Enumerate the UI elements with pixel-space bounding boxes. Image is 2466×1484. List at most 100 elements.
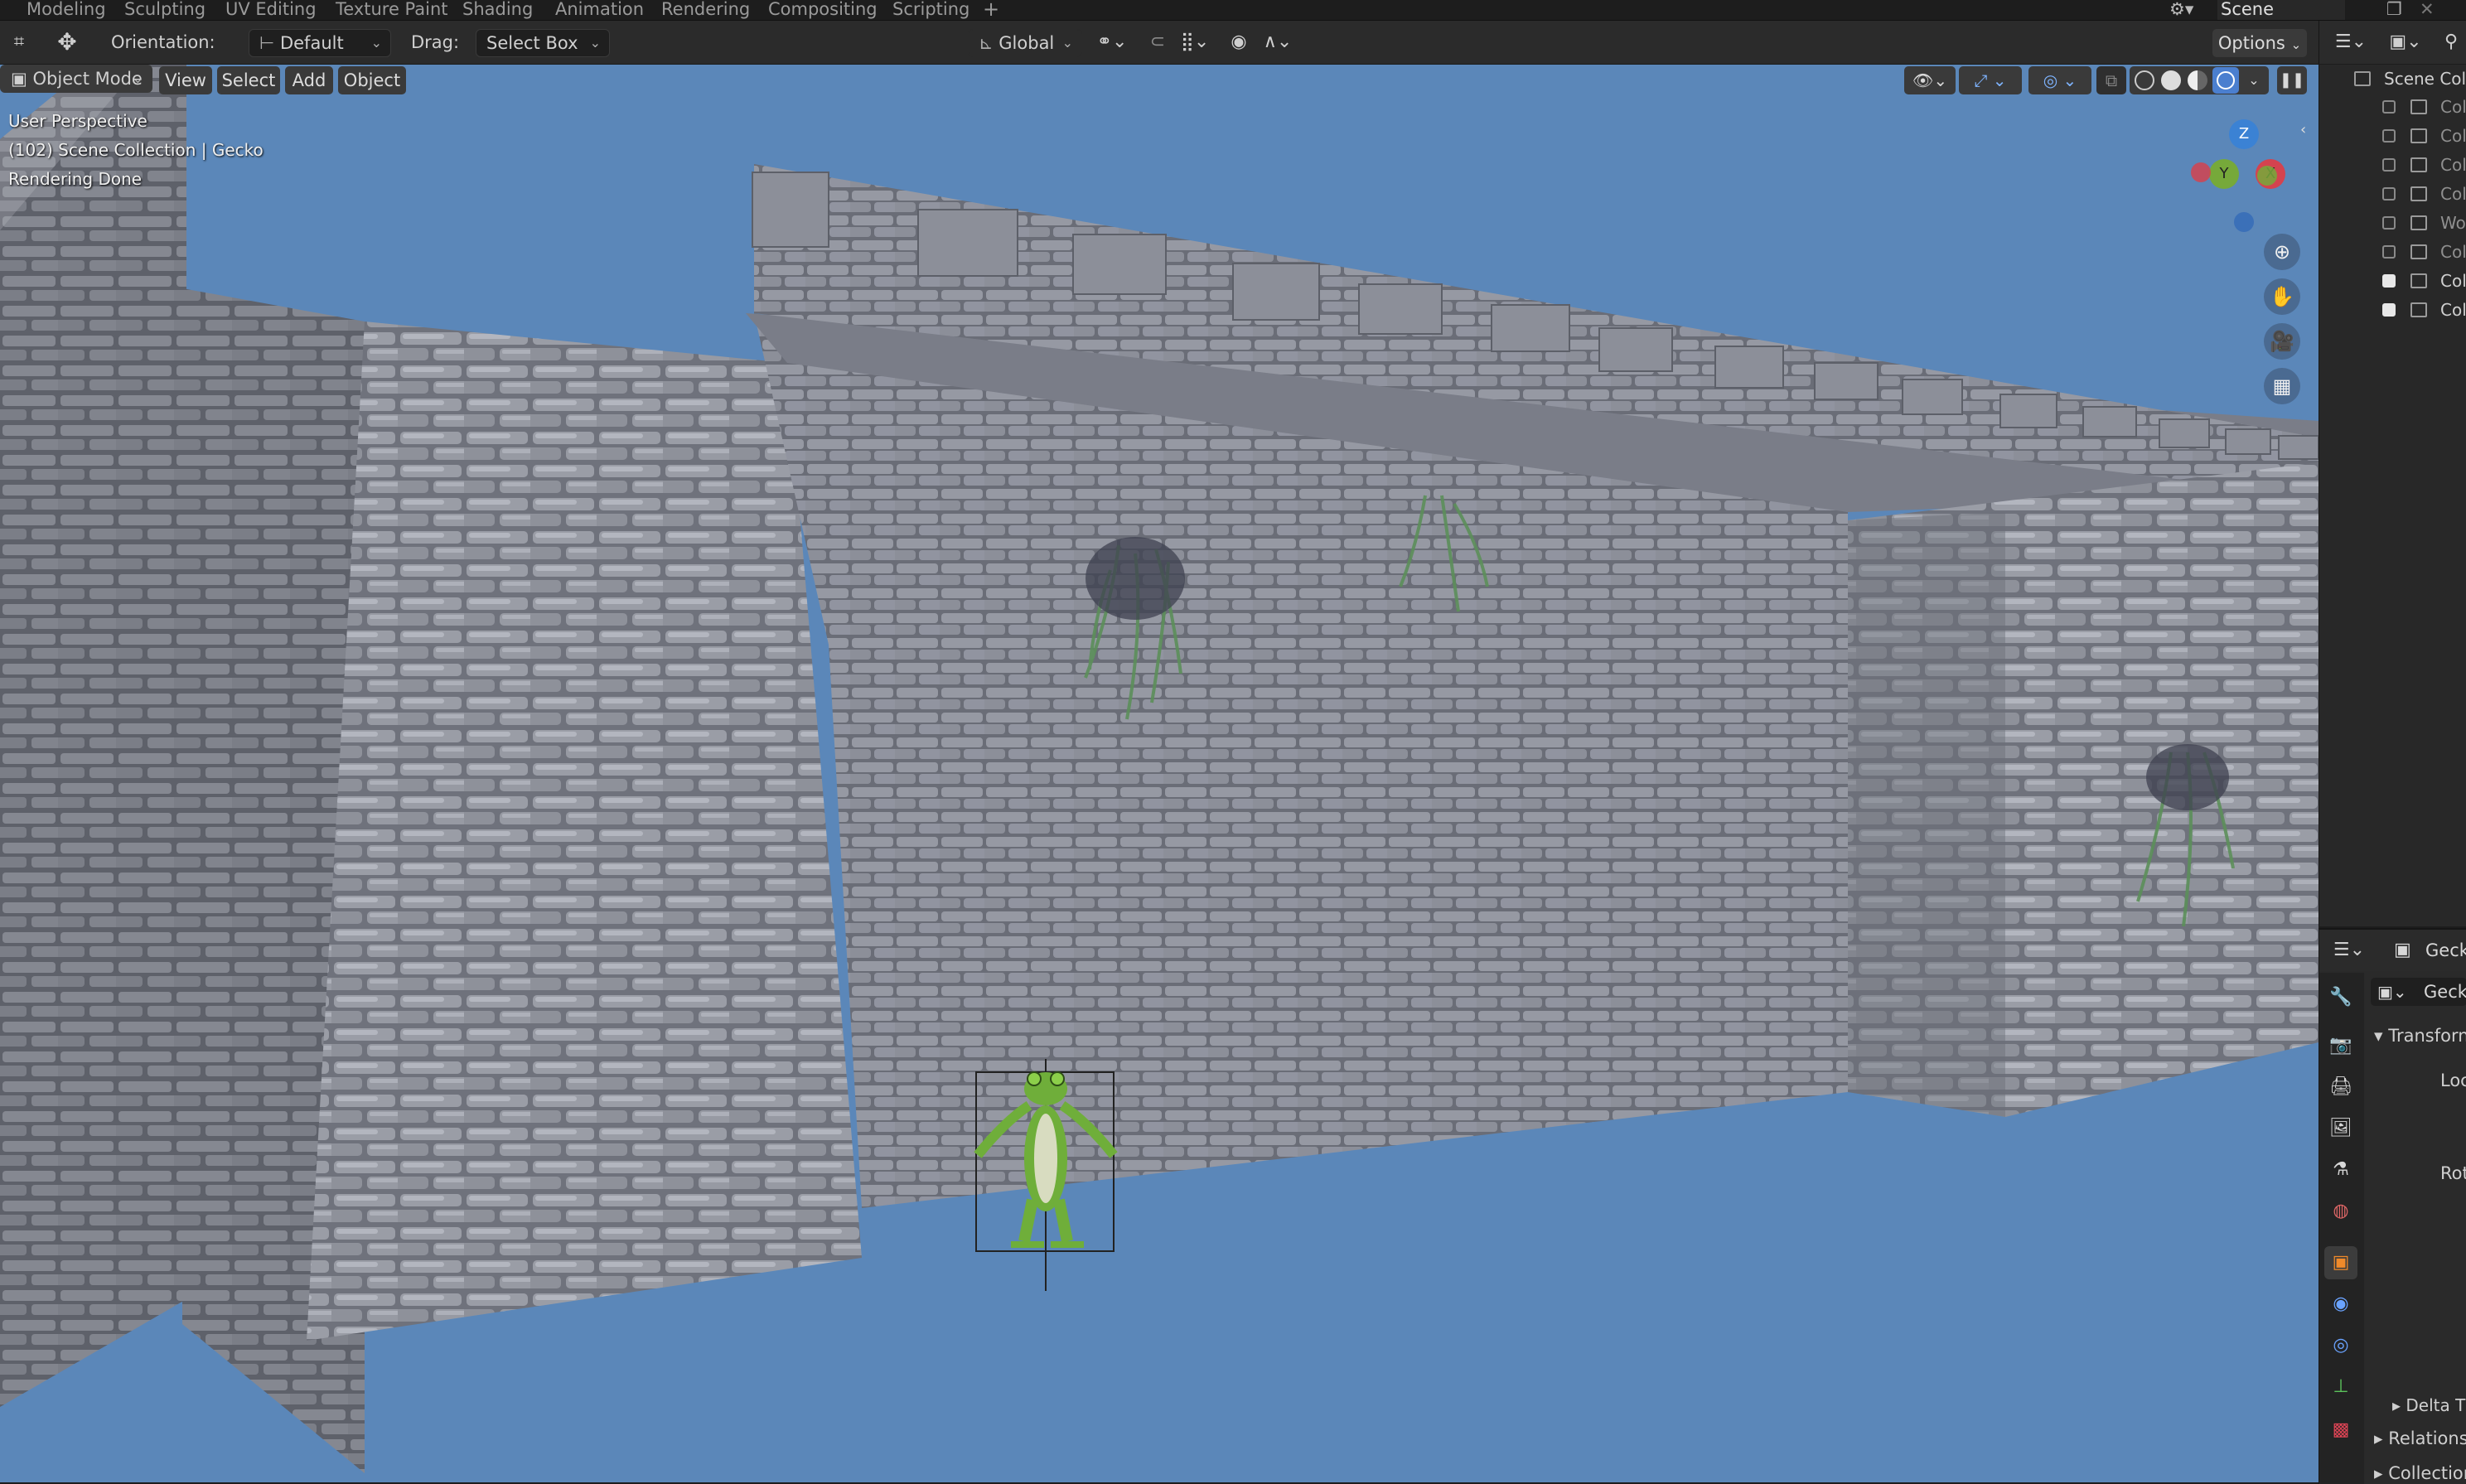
tab-shading[interactable]: Shading xyxy=(462,0,533,20)
outliner-row[interactable]: Col xyxy=(2319,180,2466,208)
exclude-checkbox[interactable] xyxy=(2382,274,2396,288)
transform-label: Transforn xyxy=(2388,1026,2466,1046)
viewport-scene xyxy=(0,65,2319,1473)
tab-sculpting[interactable]: Sculpting xyxy=(124,0,206,20)
tool-tab-icon[interactable]: 🔧 xyxy=(2324,981,2357,1014)
display-mode-icon[interactable]: ▣⌄ xyxy=(2382,28,2429,56)
move-tool-icon[interactable]: ✥ xyxy=(51,28,83,56)
modifier-tab-icon[interactable]: ◉ xyxy=(2324,1288,2357,1321)
snap-target-icon[interactable]: ⣿⌄ xyxy=(1173,28,1216,56)
tab-texture-paint[interactable]: Texture Paint xyxy=(336,0,448,20)
zoom-icon[interactable]: ⊕ xyxy=(2264,234,2300,270)
scene-collection-row[interactable]: Scene Colle xyxy=(2319,65,2466,93)
scene-selector-icon[interactable]: ⚙▾ xyxy=(2169,0,2193,20)
physics-tab-icon[interactable]: ◎ xyxy=(2324,1329,2357,1362)
collection-label: Col xyxy=(2440,97,2466,117)
material-preview-icon[interactable] xyxy=(2188,70,2207,90)
exclude-checkbox[interactable] xyxy=(2382,158,2396,172)
exclude-checkbox[interactable] xyxy=(2382,100,2396,114)
outliner-row[interactable]: Col xyxy=(2319,296,2466,324)
rendered-shading-icon[interactable] xyxy=(2212,67,2239,94)
pivot-point-icon[interactable]: ⚭⌄ xyxy=(1090,28,1134,56)
tab-uv-editing[interactable]: UV Editing xyxy=(225,0,317,20)
tab-modeling[interactable]: Modeling xyxy=(27,0,106,20)
object-data-field[interactable]: ▣⌄ Geck xyxy=(2371,978,2466,1006)
sidebar-toggle-icon[interactable]: ‹ xyxy=(2300,121,2314,139)
outliner-row[interactable]: Col xyxy=(2319,267,2466,295)
select-menu[interactable]: Select xyxy=(217,66,280,94)
view-menu[interactable]: View xyxy=(159,66,212,94)
drag-dropdown[interactable]: Select Box ⌄ xyxy=(476,29,610,57)
outliner-row[interactable]: Wo xyxy=(2319,209,2466,237)
options-button[interactable]: Options ⌄ xyxy=(2212,29,2307,57)
world-tab-icon[interactable]: ◍ xyxy=(2324,1195,2357,1228)
outliner-row[interactable]: Col xyxy=(2319,151,2466,179)
shading-mode-group: ⌄ xyxy=(2130,66,2269,94)
output-tab-icon[interactable]: 🖨 xyxy=(2324,1071,2357,1104)
orientation-dropdown[interactable]: ⊢ Default ⌄ xyxy=(249,29,391,57)
collection-icon xyxy=(2410,99,2427,114)
overlays-icon[interactable]: ◎ ⌄ xyxy=(2028,66,2091,94)
new-scene-icon[interactable]: ❐ xyxy=(2386,0,2402,20)
outliner-row[interactable]: Col xyxy=(2319,122,2466,150)
relations-label: Relations xyxy=(2388,1428,2466,1448)
outliner-row[interactable]: Col xyxy=(2319,238,2466,266)
tab-rendering[interactable]: Rendering xyxy=(661,0,750,20)
pan-hand-icon[interactable]: ✋ xyxy=(2264,278,2300,315)
render-tab-icon[interactable]: 📷 xyxy=(2324,1029,2357,1062)
camera-view-icon[interactable]: 🎥 xyxy=(2264,323,2300,360)
wireframe-shading-icon[interactable] xyxy=(2135,70,2154,90)
rotation-label: Rot xyxy=(2440,1163,2466,1183)
editor-type-icon[interactable]: ☰⌄ xyxy=(2328,28,2374,56)
object-menu[interactable]: Object xyxy=(338,66,406,94)
object-data-tab-icon[interactable]: ⊥ xyxy=(2324,1370,2357,1404)
snap-magnet-icon[interactable]: ⊂ xyxy=(1142,28,1173,56)
visibility-icon[interactable]: 👁⌄ xyxy=(1904,66,1956,94)
scene-name-field[interactable]: Scene xyxy=(2217,0,2345,20)
texture-tab-icon[interactable]: ▩ xyxy=(2324,1414,2357,1447)
3d-viewport[interactable]: ▣ Object Mode ⌄ View Select Add Object 👁… xyxy=(0,65,2319,1482)
add-workspace-button[interactable]: + xyxy=(983,0,999,20)
object-mode-dropdown[interactable]: ▣ Object Mode ⌄ xyxy=(0,65,152,93)
filter-icon[interactable]: ⚲ xyxy=(2435,28,2466,56)
gizmo-neg-y-axis[interactable] xyxy=(2257,166,2277,186)
view-layer-tab-icon[interactable]: 🖼 xyxy=(2324,1112,2357,1145)
scene-tab-icon[interactable]: ⚗ xyxy=(2324,1153,2357,1187)
solid-shading-icon[interactable] xyxy=(2161,70,2181,90)
transform-orientation-dropdown[interactable]: ⊾ Global ⌄ xyxy=(968,29,1082,57)
tab-scripting[interactable]: Scripting xyxy=(892,0,969,20)
falloff-curve-icon[interactable]: ∧⌄ xyxy=(1256,28,1299,56)
editor-type-icon[interactable]: ☰⌄ xyxy=(2326,936,2372,964)
collections-panel-header[interactable]: ▸ Collection xyxy=(2374,1463,2466,1483)
perspective-grid-icon[interactable]: ▦ xyxy=(2264,368,2300,404)
exclude-checkbox[interactable] xyxy=(2382,245,2396,259)
xray-icon[interactable]: ⧉ xyxy=(2096,66,2126,94)
gizmo-toggle-icon[interactable]: ⤢ ⌄ xyxy=(1959,66,2022,94)
gizmo-neg-z-axis[interactable] xyxy=(2234,212,2254,232)
gizmo-y-axis[interactable]: Y xyxy=(2209,159,2239,189)
tab-animation[interactable]: Animation xyxy=(555,0,644,20)
gizmo-neg-x-axis[interactable] xyxy=(2191,162,2211,182)
exclude-checkbox[interactable] xyxy=(2382,216,2396,230)
chevron-down-icon[interactable]: ⌄ xyxy=(2244,66,2264,94)
gizmo-z-axis[interactable]: Z xyxy=(2229,119,2259,149)
exclude-checkbox[interactable] xyxy=(2382,187,2396,201)
delta-transform-header[interactable]: ▸ Delta T xyxy=(2392,1395,2465,1415)
collection-label: Col xyxy=(2440,271,2466,291)
tab-compositing[interactable]: Compositing xyxy=(768,0,878,20)
exclude-checkbox[interactable] xyxy=(2382,129,2396,143)
transform-panel-header[interactable]: ▾ Transforn xyxy=(2374,1026,2466,1046)
add-menu[interactable]: Add xyxy=(285,66,333,94)
relations-panel-header[interactable]: ▸ Relations xyxy=(2374,1428,2466,1448)
exclude-checkbox[interactable] xyxy=(2382,303,2396,317)
workspace-tab-bar: Modeling Sculpting UV Editing Texture Pa… xyxy=(0,0,2466,21)
object-tab-icon[interactable]: ▣ xyxy=(2324,1246,2357,1279)
scene-collection-label: Scene Colle xyxy=(2384,69,2466,89)
pause-render-icon[interactable]: ❚❚ xyxy=(2277,66,2307,94)
tool-settings-icon[interactable]: ⌗ xyxy=(3,28,35,56)
proportional-editing-icon[interactable]: ◉ xyxy=(1223,28,1255,56)
outliner-row[interactable]: Col xyxy=(2319,93,2466,121)
object-name-label: Geck xyxy=(2425,940,2466,960)
object-icon: ▣ xyxy=(2394,940,2411,960)
delete-scene-icon[interactable]: ✕ xyxy=(2420,0,2435,20)
